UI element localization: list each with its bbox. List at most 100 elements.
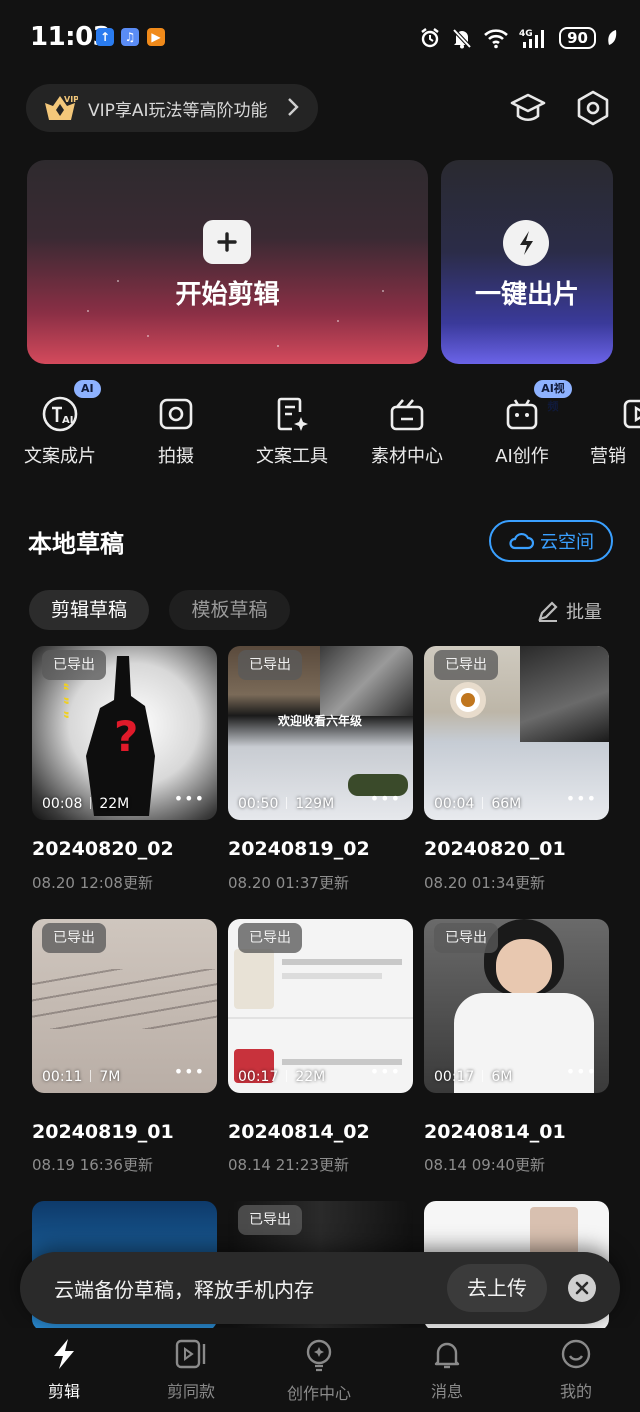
draft-updated-time: 08.14 21:23更新 (228, 1156, 349, 1174)
tool-text-to-video[interactable]: AI AI 文案成片 (10, 380, 110, 468)
draft-meta: 00:17 22M (238, 1069, 326, 1085)
draft-updated-time: 08.20 01:34更新 (424, 874, 545, 892)
handwriting-image (32, 969, 217, 1029)
tool-marketing[interactable]: 营销 (590, 388, 640, 468)
plus-button (203, 220, 251, 264)
draft-name: 20240820_01 (424, 838, 566, 860)
chevron-right-icon (288, 98, 299, 116)
lightning-icon (54, 1339, 74, 1369)
draft-name: 20240820_02 (32, 838, 174, 860)
draft-name: 20240814_02 (228, 1121, 370, 1143)
draft-name: 20240819_02 (228, 838, 370, 860)
draft-thumbnail[interactable]: ? “ ” ” 已导出 00:08 22M ••• (32, 646, 217, 820)
nav-label: 我的 (559, 1382, 592, 1401)
draft-thumbnail[interactable]: 已导出 00:04 66M ••• (424, 646, 609, 820)
one-click-card[interactable]: 一键出片 (441, 160, 613, 364)
more-options-icon[interactable]: ••• (566, 789, 597, 808)
draft-meta: 00:11 7M (42, 1069, 121, 1085)
tab-edit-drafts[interactable]: 剪辑草稿 (29, 590, 149, 630)
person-face-image (496, 939, 552, 995)
draft-name: 20240819_01 (32, 1121, 174, 1143)
exported-badge: 已导出 (434, 650, 498, 680)
car-interior-image (520, 646, 609, 742)
nav-messages[interactable]: 消息 (397, 1338, 497, 1402)
cloud-space-button[interactable]: 云空间 (489, 520, 613, 562)
draft-thumbnail[interactable]: 欢迎收看六年级 已导出 00:50 129M ••• (228, 646, 413, 820)
silhouette-image: ? (86, 656, 155, 816)
cloud-backup-toast: 云端备份草稿，释放手机内存 去上传 (20, 1252, 620, 1324)
nav-me[interactable]: 我的 (526, 1338, 626, 1402)
nav-label: 消息 (430, 1382, 463, 1401)
draft-updated-time: 08.19 16:36更新 (32, 1156, 153, 1174)
robot-icon (506, 399, 538, 430)
bell-icon (434, 1342, 460, 1369)
draft-thumbnail[interactable]: 已导出 00:17 6M ••• (424, 919, 609, 1093)
nav-creator-center[interactable]: 创作中心 (269, 1338, 369, 1404)
settings-hexagon-icon[interactable] (573, 88, 613, 128)
tool-ai-create[interactable]: AI视频 AI创作 (472, 380, 572, 468)
product-text-line (282, 959, 402, 965)
tool-material-center[interactable]: 素材中心 (357, 388, 457, 468)
plus-icon (217, 232, 237, 252)
tool-copywriting[interactable]: 文案工具 (242, 388, 342, 468)
draft-thumbnail[interactable]: 已导出 00:17 22M ••• (228, 919, 413, 1093)
smile-face-icon (561, 1339, 591, 1369)
ai-badge: AI (74, 380, 101, 398)
draft-updated-time: 08.20 12:08更新 (32, 874, 153, 892)
vip-banner[interactable]: VIP VIP享AI玩法等高阶功能 (26, 84, 318, 132)
clapper-icon (390, 399, 424, 431)
nav-same-template[interactable]: 剪同款 (141, 1338, 241, 1402)
cloud-space-label: 云空间 (540, 532, 594, 553)
more-options-icon[interactable]: ••• (566, 1062, 597, 1081)
section-title: 本地草稿 (28, 530, 124, 558)
text-ai-icon: AI (42, 396, 78, 432)
status-bar: 11:03 ↑ ♫ ▶ 4G 90 (0, 0, 640, 76)
draft-meta: 00:04 66M (434, 796, 522, 812)
more-options-icon[interactable]: ••• (174, 789, 205, 808)
close-toast-button[interactable] (568, 1274, 596, 1302)
wifi-icon (484, 29, 509, 49)
start-edit-card[interactable]: 开始剪辑 (27, 160, 428, 364)
nav-label: 创作中心 (286, 1384, 351, 1403)
draft-meta: 00:50 129M (238, 796, 335, 812)
play-icon (623, 399, 640, 429)
draft-thumbnail[interactable]: 已导出 00:11 7M ••• (32, 919, 217, 1093)
tool-label: 拍摄 (158, 446, 194, 467)
nav-edit[interactable]: 剪辑 (14, 1338, 114, 1402)
exported-badge: 已导出 (238, 650, 302, 680)
upload-app-icon: ↑ (96, 28, 114, 46)
start-edit-label: 开始剪辑 (175, 280, 280, 310)
tab-template-drafts[interactable]: 模板草稿 (169, 590, 290, 630)
tool-camera[interactable]: 拍摄 (126, 388, 226, 468)
svg-text:?: ? (114, 712, 138, 761)
product-image (234, 949, 274, 1009)
svg-text:4G: 4G (519, 29, 533, 39)
cloud-icon (509, 532, 534, 550)
more-options-icon[interactable]: ••• (370, 789, 401, 808)
photo-image (530, 1207, 578, 1255)
exported-badge: 已导出 (42, 923, 106, 953)
vip-crown-icon: VIP (45, 95, 78, 120)
graduation-cap-icon[interactable] (508, 88, 548, 128)
more-options-icon[interactable]: ••• (174, 1062, 205, 1081)
tool-label: AI创作 (495, 446, 549, 467)
exported-badge: 已导出 (238, 1205, 302, 1235)
draft-updated-time: 08.20 01:37更新 (228, 874, 349, 892)
bulb-sparkle-icon (306, 1339, 332, 1372)
bottom-navigation: 剪辑 剪同款 创作中心 消息 我的 (0, 1328, 640, 1412)
pencil-icon (538, 601, 558, 622)
draft-updated-time: 08.14 09:40更新 (424, 1156, 545, 1174)
divider (228, 1017, 413, 1019)
battery-indicator: 90 (559, 27, 596, 49)
tools-row: AI AI 文案成片 拍摄 文案工具 素材中心 AI视频 AI创作 营销 (0, 380, 640, 468)
toast-text: 云端备份草稿，释放手机内存 (54, 1278, 314, 1302)
more-options-icon[interactable]: ••• (370, 1062, 401, 1081)
tool-label: 营销 (590, 446, 626, 467)
draft-meta: 00:08 22M (42, 796, 130, 812)
mute-bell-icon (452, 28, 472, 49)
ai-video-badge: AI视频 (534, 380, 572, 413)
one-click-label: 一键出片 (474, 280, 579, 310)
food-bowl-image (450, 682, 486, 718)
batch-button[interactable]: 批量 (536, 598, 602, 624)
upload-button[interactable]: 去上传 (447, 1264, 547, 1312)
